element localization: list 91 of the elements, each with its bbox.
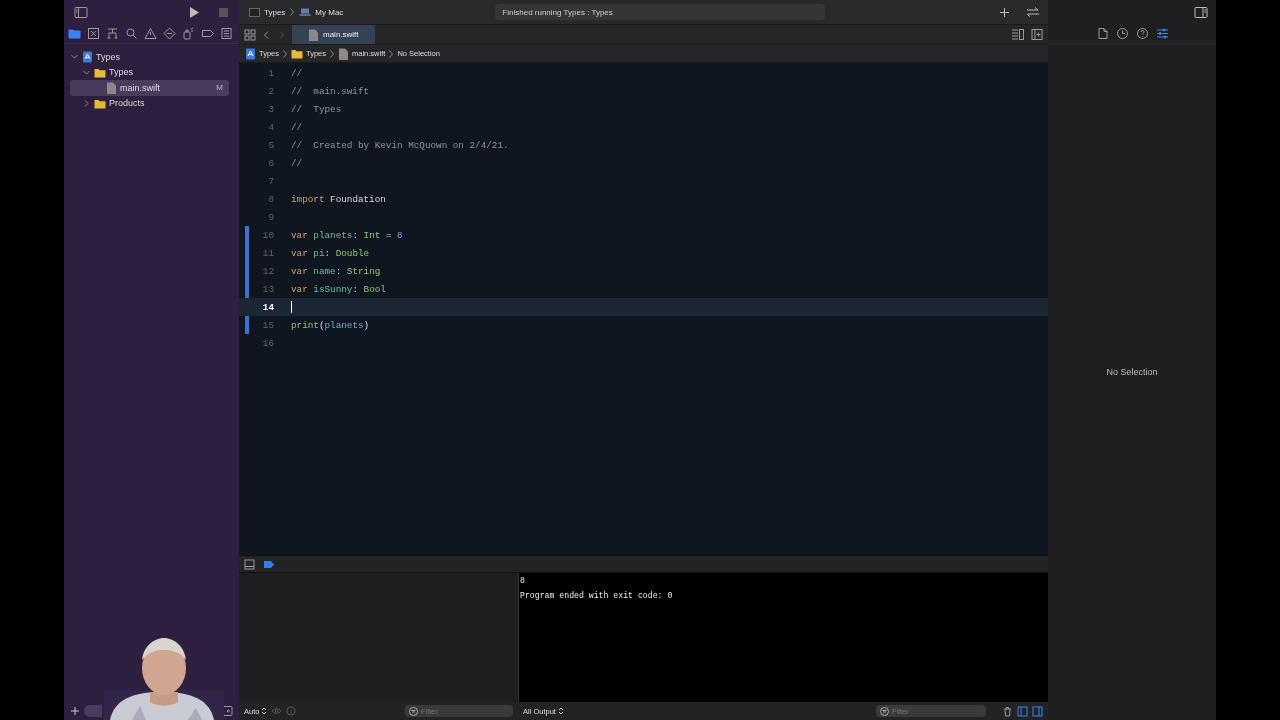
- line-number: 6: [267, 157, 274, 169]
- code-text: //: [291, 157, 303, 169]
- add-editor-icon[interactable]: [1031, 28, 1043, 41]
- tree-item[interactable]: main.swift M: [70, 80, 229, 96]
- console-output: 8: [520, 576, 526, 587]
- code-text: var pi: Double: [291, 247, 370, 259]
- line-number: 1: [267, 67, 274, 79]
- tag-icon[interactable]: [201, 27, 214, 40]
- console-output: Program ended with exit code: 0: [520, 591, 674, 602]
- editor-tab[interactable]: main.swift: [292, 25, 375, 44]
- hide-debug-icon[interactable]: [244, 558, 255, 570]
- spray-can-icon[interactable]: [182, 27, 195, 40]
- line-number: 7: [267, 175, 274, 187]
- clock-icon[interactable]: [1115, 27, 1129, 40]
- add-icon[interactable]: [999, 6, 1010, 18]
- up-down-chevron-icon: [261, 707, 268, 715]
- scheme-name[interactable]: Types: [264, 7, 286, 17]
- search-icon[interactable]: [125, 27, 138, 40]
- help-icon[interactable]: [1135, 27, 1149, 40]
- play-icon[interactable]: [188, 5, 200, 19]
- chevron-right-icon: [289, 7, 296, 17]
- code-text: var name: String: [291, 265, 381, 277]
- code-text: //: [291, 67, 303, 79]
- tree-item[interactable]: Types: [70, 49, 229, 65]
- breakpoints-icon[interactable]: [263, 558, 275, 570]
- left-pane-icon[interactable]: [1017, 705, 1028, 717]
- folder-icon: [94, 66, 106, 78]
- swift-file-icon: [106, 81, 117, 94]
- code-text: // Types: [291, 103, 342, 115]
- line-number: 2: [267, 85, 274, 97]
- sidebar-toggle-icon[interactable]: [74, 5, 88, 19]
- tree-item-label: main.swift: [120, 82, 160, 93]
- code-text: var planets: Int = 8: [291, 229, 403, 241]
- line-number: 15: [261, 319, 274, 331]
- filter-icon: [409, 706, 418, 716]
- code-text: // main.swift: [291, 85, 370, 97]
- line-number: 16: [261, 337, 274, 349]
- chevron-right-icon: [282, 48, 288, 59]
- status-letter: M: [216, 83, 223, 93]
- line-number: 4: [267, 121, 274, 133]
- project-icon: [82, 50, 93, 63]
- swap-arrows-icon[interactable]: [1026, 6, 1040, 18]
- right-pane-icon[interactable]: [1032, 705, 1043, 717]
- tree-item-label: Types: [96, 51, 120, 62]
- up-down-chevron-icon: [557, 707, 564, 715]
- empty-message: No Selection: [1106, 367, 1158, 377]
- text-cursor: [291, 301, 292, 313]
- swift-file-icon: [338, 47, 350, 60]
- tree-item-label: Products: [109, 98, 145, 109]
- line-number: 12: [261, 265, 274, 277]
- tree-item[interactable]: Products: [70, 95, 229, 111]
- code-text: import Foundation: [291, 193, 386, 205]
- swift-file-icon: [308, 28, 319, 41]
- code-text: //: [291, 121, 303, 133]
- document-icon[interactable]: [1095, 27, 1109, 40]
- editor-options-icon[interactable]: [1011, 28, 1025, 41]
- line-number: 14: [261, 301, 274, 313]
- line-number: 13: [261, 283, 274, 295]
- sliders-icon[interactable]: [1155, 27, 1169, 40]
- line-number: 11: [261, 247, 274, 259]
- warning-icon[interactable]: [144, 27, 157, 40]
- line-number: 5: [267, 139, 274, 151]
- folder-icon[interactable]: [68, 27, 81, 40]
- laptop-icon: [299, 7, 312, 17]
- tree-item-label: Types: [109, 67, 133, 78]
- line-number: 10: [261, 229, 274, 241]
- chevron-right-icon: [388, 48, 395, 59]
- inspector-toggle-icon[interactable]: [1194, 5, 1208, 19]
- filter-field[interactable]: [84, 705, 102, 717]
- trash-icon[interactable]: [1002, 705, 1013, 717]
- code-text: // Created by Kevin McQuown on 2/4/21.: [291, 139, 509, 151]
- line-number: 8: [267, 193, 274, 205]
- change-marker: [245, 316, 249, 334]
- x-square-icon[interactable]: [87, 27, 100, 40]
- line-number: 9: [267, 211, 274, 223]
- add-icon[interactable]: [70, 706, 80, 716]
- list-icon[interactable]: [220, 27, 233, 40]
- destination-name[interactable]: My Mac: [315, 7, 344, 17]
- window-icon: [249, 6, 260, 18]
- grid-icon[interactable]: [244, 28, 256, 41]
- project-icon: [245, 47, 256, 60]
- line-number: 3: [267, 103, 274, 115]
- code-text: print(planets): [291, 319, 370, 331]
- filter-icon: [880, 706, 889, 716]
- code-text: var isSunny: Bool: [291, 283, 386, 295]
- tree-item[interactable]: Types: [70, 64, 229, 80]
- hierarchy-icon[interactable]: [106, 27, 119, 40]
- folder-icon: [291, 48, 303, 59]
- diamond-icon[interactable]: [163, 27, 176, 40]
- chevron-right-icon: [329, 48, 336, 59]
- activity-status: Finished running Types : Types: [495, 4, 826, 20]
